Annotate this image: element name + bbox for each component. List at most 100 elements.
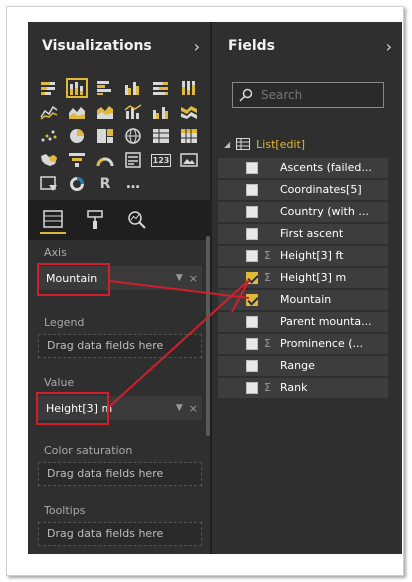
axis-callout-box [37, 263, 110, 296]
format-paint-icon[interactable] [82, 206, 108, 234]
chevron-right-icon[interactable]: › [386, 37, 392, 56]
visual-type-gallery: 123 R … [38, 78, 206, 196]
line-clustered-column-icon[interactable] [150, 102, 172, 122]
legend-well-label: Legend [44, 316, 85, 329]
table-header[interactable]: ◢ List[edit] [224, 136, 305, 152]
field-name: Height[3] m [280, 271, 347, 284]
sigma-icon: Σ [264, 271, 271, 284]
value-well-label: Value [44, 376, 75, 389]
field-name: Height[3] ft [280, 249, 344, 262]
table-icon [236, 138, 251, 150]
stacked-area-icon[interactable] [94, 102, 116, 122]
field-name: Range [280, 359, 315, 372]
close-icon[interactable]: × [189, 272, 198, 285]
donut-icon[interactable] [66, 174, 88, 194]
sigma-icon: Σ [264, 381, 271, 394]
pane-tools [28, 200, 210, 240]
axis-well-label: Axis [44, 246, 67, 259]
field-item[interactable]: Σ Height[3] ft [218, 246, 388, 266]
tooltips-well-label: Tooltips [44, 504, 86, 517]
field-checkbox[interactable] [246, 250, 258, 262]
field-checkbox[interactable] [246, 228, 258, 240]
gauge-icon[interactable] [94, 150, 116, 170]
matrix-icon[interactable] [178, 126, 200, 146]
field-item[interactable]: Coordinates[5] [218, 180, 388, 200]
stacked-column-icon[interactable] [66, 78, 88, 98]
more-icon[interactable]: … [122, 174, 144, 194]
fields-title: Fields [228, 38, 276, 54]
fields-search[interactable] [232, 82, 384, 108]
field-checkbox[interactable] [246, 162, 258, 174]
100-stacked-column-icon[interactable] [178, 78, 200, 98]
field-checkbox[interactable] [246, 382, 258, 394]
treemap-icon[interactable] [94, 126, 116, 146]
field-item[interactable]: Σ Height[3] m [218, 268, 388, 288]
field-checkbox[interactable] [246, 206, 258, 218]
field-name: Ascents (failed... [280, 161, 372, 174]
wells-scrollbar[interactable] [206, 236, 210, 436]
image-icon[interactable] [178, 150, 200, 170]
globe-map-icon[interactable] [122, 126, 144, 146]
tooltips-drop-zone[interactable]: Drag data fields here [38, 522, 202, 546]
triangle-expand-icon[interactable]: ◢ [224, 140, 230, 149]
clustered-bar-icon[interactable] [94, 78, 116, 98]
field-name: Coordinates[5] [280, 183, 362, 196]
field-checkbox[interactable] [246, 360, 258, 372]
clustered-column-icon[interactable] [122, 78, 144, 98]
slicer-icon[interactable] [38, 174, 60, 194]
field-list: Ascents (failed... Coordinates[5] Country … [218, 158, 388, 400]
field-item[interactable]: Σ Prominence (... [218, 334, 388, 354]
filled-map-icon[interactable] [38, 150, 60, 170]
multi-row-card-icon[interactable] [122, 150, 144, 170]
visualizations-title: Visualizations [42, 38, 152, 54]
visualizations-header: Visualizations › [42, 34, 200, 58]
ribbon-chart-icon[interactable] [178, 102, 200, 122]
chevron-right-icon[interactable]: › [194, 37, 200, 56]
field-checkbox[interactable] [246, 316, 258, 328]
field-checkbox[interactable] [246, 338, 258, 350]
field-item[interactable]: First ascent [218, 224, 388, 244]
color-saturation-well-label: Color saturation [44, 444, 133, 457]
field-checkbox[interactable] [246, 272, 258, 284]
table-icon[interactable] [150, 126, 172, 146]
search-input[interactable] [261, 88, 371, 102]
field-checkbox[interactable] [246, 294, 258, 306]
line-column-icon[interactable] [122, 102, 144, 122]
field-item[interactable]: Parent mounta... [218, 312, 388, 332]
fields-tool-icon[interactable] [40, 206, 66, 234]
area-chart-icon[interactable] [66, 102, 88, 122]
table-name: List[edit] [256, 137, 306, 151]
field-name: Prominence (... [280, 337, 364, 350]
fields-pane: Fields › ◢ List[edit] Ascents (failed...… [214, 22, 402, 554]
field-name: Rank [280, 381, 308, 394]
field-item[interactable]: Mountain [218, 290, 388, 310]
sigma-icon: Σ [264, 337, 271, 350]
pie-chart-icon[interactable] [66, 126, 88, 146]
chevron-down-icon[interactable]: ▼ [176, 273, 183, 283]
color-saturation-drop-zone[interactable]: Drag data fields here [38, 462, 202, 486]
axis-field-controls: ▼ × [176, 266, 198, 290]
stacked-bar-icon[interactable] [38, 78, 60, 98]
legend-drop-zone[interactable]: Drag data fields here [38, 334, 202, 358]
field-name: Mountain [280, 293, 332, 306]
card-icon[interactable]: 123 [150, 150, 172, 170]
funnel-icon[interactable] [66, 150, 88, 170]
field-item[interactable]: Ascents (failed... [218, 158, 388, 178]
analytics-icon[interactable] [124, 206, 150, 234]
field-checkbox[interactable] [246, 184, 258, 196]
field-name: Country (with ... [280, 205, 369, 218]
chevron-down-icon[interactable]: ▼ [176, 403, 183, 413]
100-stacked-bar-icon[interactable] [150, 78, 172, 98]
line-chart-icon[interactable] [38, 102, 60, 122]
field-item[interactable]: Range [218, 356, 388, 376]
fields-header: Fields › [228, 34, 392, 58]
r-script-icon[interactable]: R [94, 174, 116, 194]
field-name: Parent mounta... [280, 315, 372, 328]
scatter-chart-icon[interactable] [38, 126, 60, 146]
sigma-icon: Σ [264, 249, 271, 262]
field-item[interactable]: Country (with ... [218, 202, 388, 222]
close-icon[interactable]: × [189, 402, 198, 415]
field-item[interactable]: Σ Rank [218, 378, 388, 398]
search-icon [239, 88, 253, 102]
value-callout-box [36, 392, 109, 425]
